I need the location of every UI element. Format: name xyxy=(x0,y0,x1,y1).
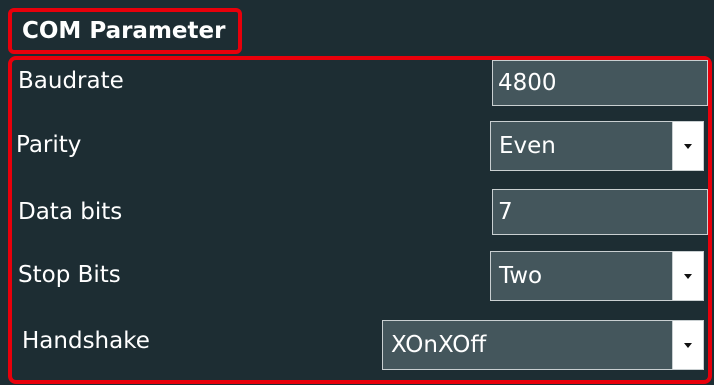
parity-label: Parity xyxy=(16,132,82,158)
parity-dropdown-button[interactable] xyxy=(672,122,703,170)
handshake-value: XOnXOff xyxy=(391,332,487,358)
com-parameter-panel: COM Parameter Baudrate 4800 Parity Even … xyxy=(0,0,714,385)
section-header-highlight: COM Parameter xyxy=(8,8,242,54)
stop-bits-select[interactable]: Two xyxy=(490,251,704,301)
handshake-dropdown-button[interactable] xyxy=(672,321,703,369)
section-title: COM Parameter xyxy=(22,18,226,44)
handshake-select[interactable]: XOnXOff xyxy=(382,320,704,370)
stop-bits-dropdown-button[interactable] xyxy=(672,252,703,300)
parity-value: Even xyxy=(499,133,556,159)
baudrate-label: Baudrate xyxy=(18,68,124,94)
stop-bits-label: Stop Bits xyxy=(18,262,121,288)
parity-select[interactable]: Even xyxy=(490,121,704,171)
chevron-down-icon xyxy=(684,273,692,279)
handshake-label: Handshake xyxy=(22,328,150,354)
chevron-down-icon xyxy=(684,342,692,348)
baudrate-input[interactable]: 4800 xyxy=(492,60,708,106)
data-bits-input[interactable]: 7 xyxy=(492,189,708,235)
baudrate-value: 4800 xyxy=(498,70,557,96)
stop-bits-value: Two xyxy=(499,263,543,289)
chevron-down-icon xyxy=(684,143,692,149)
data-bits-label: Data bits xyxy=(18,199,123,225)
data-bits-value: 7 xyxy=(498,199,513,225)
